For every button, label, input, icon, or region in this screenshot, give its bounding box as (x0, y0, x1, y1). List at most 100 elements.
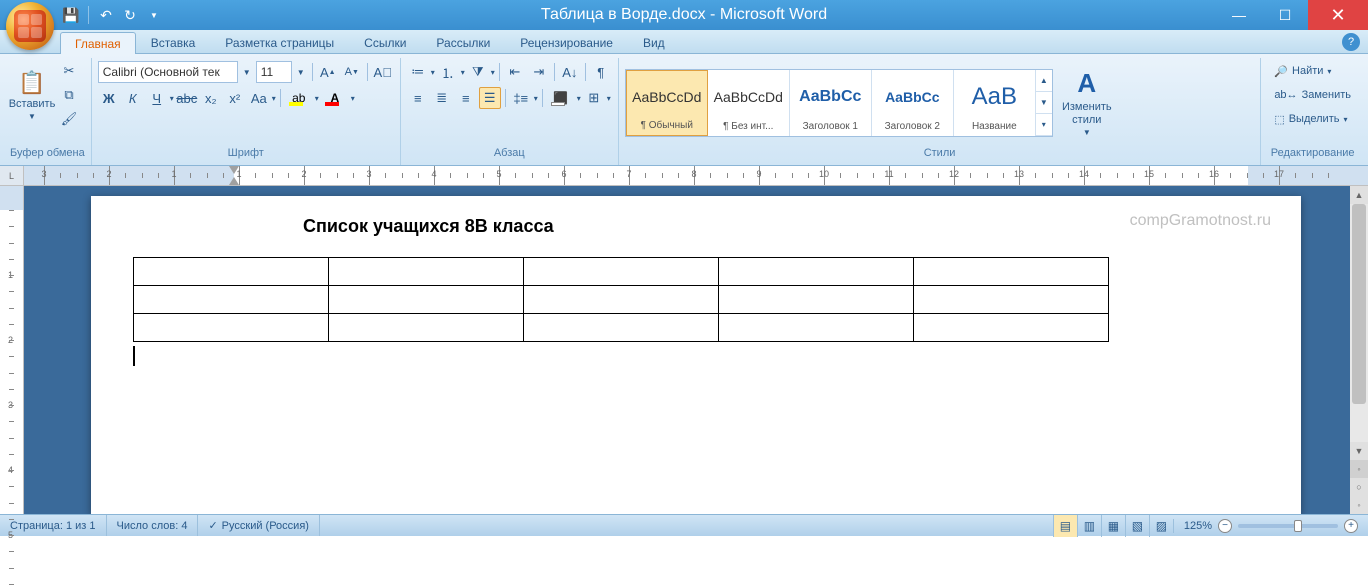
strike-icon[interactable]: abc (176, 87, 198, 109)
status-word-count[interactable]: Число слов: 4 (107, 515, 199, 536)
redo-icon[interactable]: ↻ (119, 4, 141, 26)
tab-review[interactable]: Рецензирование (505, 31, 628, 53)
case-menu-icon[interactable]: ▾ (272, 94, 276, 103)
document-table[interactable] (133, 257, 1109, 342)
copy-icon[interactable]: ⧉ (58, 84, 80, 106)
tab-references[interactable]: Ссылки (349, 31, 421, 53)
zoom-slider[interactable] (1238, 524, 1338, 528)
browse-object-icon[interactable]: ○ (1350, 478, 1368, 496)
borders-menu-icon[interactable]: ▾ (607, 94, 611, 103)
highlight-color-icon[interactable]: ab (285, 87, 313, 109)
align-justify-icon[interactable]: ☰ (479, 87, 501, 109)
zoom-out-button[interactable]: − (1218, 519, 1232, 533)
close-button[interactable]: ✕ (1308, 0, 1368, 30)
ruler-h-track[interactable]: 3211234567891011121314151617 (24, 166, 1368, 185)
ruler-tab-selector[interactable]: L (0, 166, 24, 185)
tab-insert[interactable]: Вставка (136, 31, 211, 53)
multilevel-menu-icon[interactable]: ▾ (491, 68, 495, 77)
align-center-icon[interactable]: ≣ (431, 87, 453, 109)
superscript-icon[interactable]: x² (224, 87, 246, 109)
bold-icon[interactable]: Ж (98, 87, 120, 109)
grow-font-icon[interactable]: A▲ (317, 61, 339, 83)
styles-scroll-down-icon[interactable]: ▼ (1036, 92, 1052, 114)
multilevel-icon[interactable]: ⧩ (467, 61, 489, 83)
font-color-menu-icon[interactable]: ▾ (351, 94, 355, 103)
style-no-spacing[interactable]: AaBbCcDd ¶ Без инт... (708, 70, 790, 136)
font-size-dropdown-icon[interactable]: ▼ (294, 61, 308, 83)
spacing-menu-icon[interactable]: ▾ (534, 94, 538, 103)
font-color-icon[interactable]: A (321, 87, 349, 109)
format-painter-icon[interactable]: 🖌 (58, 108, 80, 130)
scroll-thumb[interactable] (1352, 204, 1366, 404)
zoom-handle[interactable] (1294, 520, 1302, 532)
prev-page-icon[interactable]: ◦ (1350, 460, 1368, 478)
clear-formatting-icon[interactable]: A⃠ (372, 61, 394, 83)
decrease-indent-icon[interactable]: ⇤ (504, 61, 526, 83)
zoom-in-button[interactable]: + (1344, 519, 1358, 533)
document-viewport[interactable]: compGramotnost.ru Список учащихся 8В кла… (24, 186, 1368, 514)
subscript-icon[interactable]: x₂ (200, 87, 222, 109)
paste-button[interactable]: 📋 Вставить ▼ (10, 60, 54, 130)
view-web-icon[interactable]: ▦ (1101, 515, 1125, 537)
replace-button[interactable]: ab↔Заменить (1267, 84, 1358, 106)
save-icon[interactable]: 💾 (60, 4, 82, 26)
zoom-level[interactable]: 125% (1184, 520, 1212, 532)
view-print-layout-icon[interactable]: ▤ (1053, 515, 1077, 537)
view-full-screen-icon[interactable]: ▥ (1077, 515, 1101, 537)
tab-mailings[interactable]: Рассылки (421, 31, 505, 53)
highlight-menu-icon[interactable]: ▾ (315, 94, 319, 103)
scroll-up-icon[interactable]: ▲ (1350, 186, 1368, 204)
numbering-icon[interactable]: ⒈ (437, 61, 459, 83)
find-button[interactable]: 🔎Найти▾ (1267, 60, 1358, 82)
styles-expand-icon[interactable]: ▾ (1036, 114, 1052, 136)
view-draft-icon[interactable]: ▨ (1149, 515, 1173, 537)
borders-icon[interactable]: ⊞ (583, 87, 605, 109)
help-icon[interactable]: ? (1342, 33, 1360, 51)
shading-icon[interactable]: ⬛ (547, 87, 575, 109)
scroll-down-icon[interactable]: ▼ (1350, 442, 1368, 460)
shrink-font-icon[interactable]: A▼ (341, 61, 363, 83)
status-language[interactable]: ✓Русский (Россия) (198, 515, 320, 536)
style-title[interactable]: AaB Название (954, 70, 1036, 136)
cut-icon[interactable]: ✂ (58, 60, 80, 82)
style-heading2[interactable]: AaBbCc Заголовок 2 (872, 70, 954, 136)
increase-indent-icon[interactable]: ⇥ (528, 61, 550, 83)
align-right-icon[interactable]: ≡ (455, 87, 477, 109)
tab-home[interactable]: Главная (60, 32, 136, 54)
font-size-combo[interactable]: 11 (256, 61, 292, 83)
status-page[interactable]: Страница: 1 из 1 (0, 515, 107, 536)
undo-icon[interactable]: ↶ (95, 4, 117, 26)
underline-icon[interactable]: Ч (146, 87, 168, 109)
document-page[interactable]: compGramotnost.ru Список учащихся 8В кла… (91, 196, 1301, 514)
ruler-vertical[interactable]: 12345 (0, 186, 24, 514)
underline-menu-icon[interactable]: ▾ (170, 94, 174, 103)
scrollbar-vertical[interactable]: ▲ ▼ ◦ ○ ◦ (1350, 186, 1368, 514)
line-spacing-icon[interactable]: ‡≡ (510, 87, 532, 109)
qat-menu-icon[interactable]: ▼ (143, 4, 165, 26)
bullets-icon[interactable]: ≔ (407, 61, 429, 83)
next-page-icon[interactable]: ◦ (1350, 496, 1368, 514)
italic-icon[interactable]: К (122, 87, 144, 109)
numbering-menu-icon[interactable]: ▾ (461, 68, 465, 77)
styles-scroll-up-icon[interactable]: ▲ (1036, 70, 1052, 92)
bullets-menu-icon[interactable]: ▾ (431, 68, 435, 77)
office-button[interactable] (6, 2, 54, 50)
document-heading[interactable]: Список учащихся 8В класса (303, 216, 1269, 237)
change-case-icon[interactable]: Aa (248, 87, 270, 109)
tab-view[interactable]: Вид (628, 31, 680, 53)
replace-label: Заменить (1302, 89, 1351, 101)
view-outline-icon[interactable]: ▧ (1125, 515, 1149, 537)
tab-page-layout[interactable]: Разметка страницы (210, 31, 349, 53)
style-normal[interactable]: AaBbCcDd ¶ Обычный (626, 70, 708, 136)
change-styles-button[interactable]: A Изменить стили ▼ (1057, 68, 1117, 138)
align-left-icon[interactable]: ≡ (407, 87, 429, 109)
sort-icon[interactable]: A↓ (559, 61, 581, 83)
font-name-dropdown-icon[interactable]: ▼ (240, 61, 254, 83)
minimize-button[interactable]: — (1216, 0, 1262, 30)
maximize-button[interactable]: ☐ (1262, 0, 1308, 30)
shading-menu-icon[interactable]: ▾ (577, 94, 581, 103)
style-heading1[interactable]: AaBbCc Заголовок 1 (790, 70, 872, 136)
show-marks-icon[interactable]: ¶ (590, 61, 612, 83)
select-button[interactable]: ⬚Выделить▾ (1267, 108, 1358, 130)
font-name-combo[interactable]: Calibri (Основной тек (98, 61, 238, 83)
